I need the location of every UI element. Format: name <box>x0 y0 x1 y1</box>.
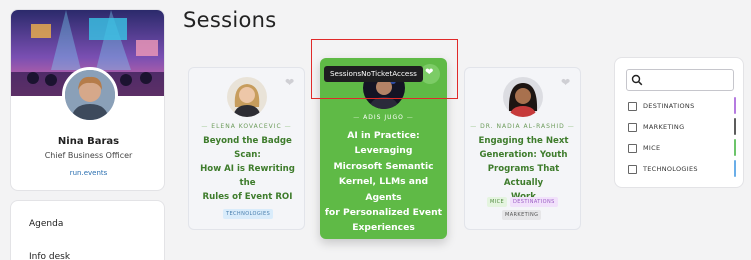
filter-technologies[interactable]: TECHNOLOGIES <box>628 160 740 177</box>
menu-item-agenda[interactable]: Agenda <box>29 219 63 229</box>
session-title[interactable]: Beyond the Badge Scan: How AI is Rewriti… <box>193 134 302 204</box>
filter-panel: DESTINATIONS MARKETING MICE TECHNOLOGIES <box>614 57 744 188</box>
highlight-box <box>311 39 458 99</box>
profile-name: Nina Baras <box>57 136 120 147</box>
speaker-name: ELENA KOVACEVIC <box>211 123 282 130</box>
speaker-avatar <box>503 77 543 117</box>
speaker-name: DR. NADIA AL-RASHID <box>480 123 565 130</box>
checkbox[interactable] <box>628 165 637 174</box>
profile-card: Nina Baras Chief Business Officer run.ev… <box>10 9 165 191</box>
profile-role: Chief Business Officer <box>44 151 133 160</box>
color-bar <box>734 139 736 156</box>
checkbox[interactable] <box>628 123 637 132</box>
session-card[interactable]: ❤ — DR. NADIA AL-RASHID — Engaging the N… <box>464 67 581 230</box>
filter-destinations[interactable]: DESTINATIONS <box>628 97 740 114</box>
session-title[interactable]: AI in Practice: Leveraging Microsoft Sem… <box>323 128 444 236</box>
color-bar <box>734 118 736 135</box>
color-bar <box>734 160 736 177</box>
profile-avatar[interactable] <box>62 67 118 123</box>
speaker-name: ADIS JUGO <box>363 114 404 121</box>
heart-icon[interactable]: ❤ <box>285 76 294 89</box>
checkbox[interactable] <box>628 144 637 153</box>
session-card[interactable]: ❤ — ELENA KOVACEVIC — Beyond the Badge S… <box>188 67 305 230</box>
search-input[interactable] <box>645 72 731 88</box>
tag-destinations: DESTINATIONS <box>510 197 558 207</box>
speaker-avatar <box>227 77 267 117</box>
search-icon <box>631 74 643 86</box>
session-title[interactable]: Engaging the Next Generation: Youth Prog… <box>469 134 578 204</box>
color-bar <box>734 97 736 114</box>
menu-item-info-desk[interactable]: Info desk <box>29 252 70 260</box>
filter-marketing[interactable]: MARKETING <box>628 118 740 135</box>
heart-icon[interactable]: ❤ <box>561 76 570 89</box>
filter-mice[interactable]: MICE <box>628 139 740 156</box>
tag-marketing: MARKETING <box>502 210 542 220</box>
tag-technologies: TECHNOLOGIES <box>223 209 274 219</box>
tag-mice: MICE <box>487 197 508 207</box>
search-box[interactable] <box>626 69 734 91</box>
checkbox[interactable] <box>628 102 637 111</box>
page-title: Sessions <box>183 8 277 32</box>
profile-link[interactable]: run.events <box>11 169 164 177</box>
side-menu: Agenda Info desk <box>10 200 165 260</box>
